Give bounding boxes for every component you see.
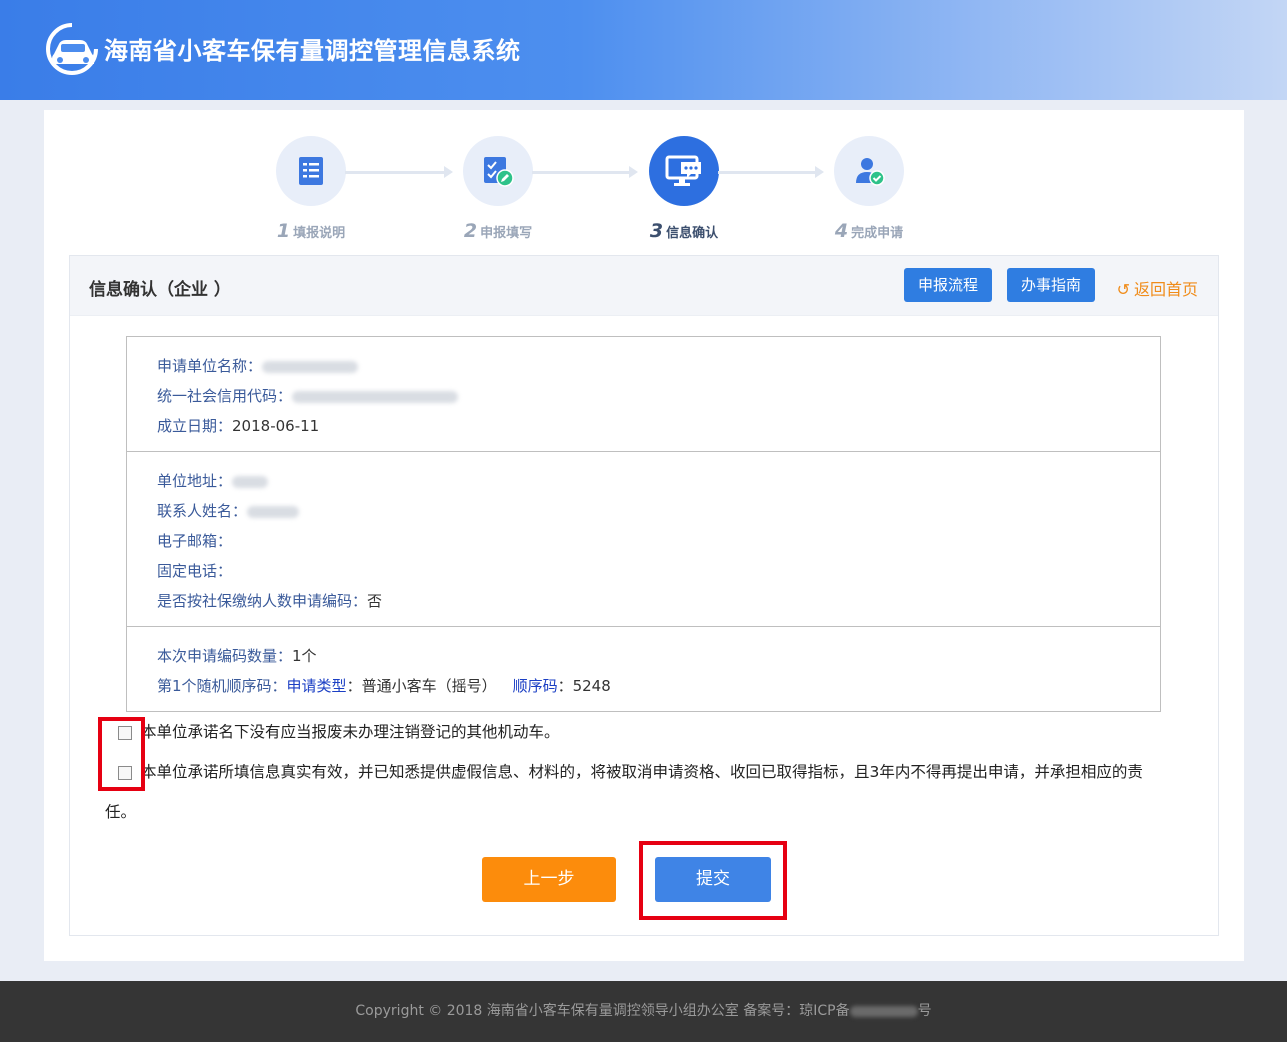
found-date-value: 2018-06-11 xyxy=(232,417,320,435)
seq-value: ：5248 xyxy=(557,677,611,695)
footer: Copyright © 2018 海南省小客车保有量调控领导小组办公室 备案号：… xyxy=(0,981,1287,1042)
user-check-icon xyxy=(856,158,885,186)
back-home-label: 返回首页 xyxy=(1133,280,1198,299)
edit-form-icon xyxy=(484,157,514,187)
header: 海南省小客车保有量调控管理信息系统 xyxy=(0,0,1287,100)
step-number: 4 xyxy=(834,220,849,242)
credit-code-row: 统一社会信用代码： xyxy=(157,381,1130,411)
redacted-value xyxy=(247,505,300,518)
social-row: 是否按社保缴纳人数申请编码：否 xyxy=(157,586,1130,616)
commitment-1-text: 本单位承诺名下没有应当报废未办理注销登记的其他机动车。 xyxy=(141,723,560,741)
info-confirm-panel: 信息确认（企业 ） 申报流程 办事指南 ↺ 返回首页 申请单位名称： 统一社会信用… xyxy=(69,255,1219,936)
redacted-value xyxy=(232,475,269,488)
social-label: 是否按社保缴纳人数申请编码： xyxy=(157,592,368,610)
step-label: 填报说明 xyxy=(293,226,346,241)
redacted-value xyxy=(292,390,459,403)
contact-section: 单位地址： 联系人姓名： 电子邮箱： 固定电话： 是否按社保缴纳人数申请编码：否 xyxy=(127,451,1160,626)
address-label: 单位地址： xyxy=(157,472,233,490)
checkbox-highlight xyxy=(98,717,145,791)
phone-label: 固定电话： xyxy=(157,562,233,580)
random-code-row: 第1个随机顺序码：申请类型：普通小客车（摇号） 顺序码：5248 xyxy=(157,671,1130,701)
step-4: 4 完成申请 xyxy=(809,136,929,242)
contact-row: 联系人姓名： xyxy=(157,496,1130,526)
contact-label: 联系人姓名： xyxy=(157,502,248,520)
code-section: 本次申请编码数量：1个 第1个随机顺序码：申请类型：普通小客车（摇号） 顺序码：5… xyxy=(127,626,1160,711)
step-arrow xyxy=(345,166,453,178)
email-row: 电子邮箱： xyxy=(157,526,1130,556)
apply-process-button[interactable]: 申报流程 xyxy=(904,268,993,302)
seq-label: 顺序码 xyxy=(512,677,558,695)
submit-highlight xyxy=(639,841,787,920)
step-arrow xyxy=(718,166,824,178)
phone-row: 固定电话： xyxy=(157,556,1130,586)
commitment-2: 本单位承诺所填信息真实有效，并已知悉提供虚假信息、材料的，将被取消申请资格、收回… xyxy=(105,752,1195,792)
step-number: 1 xyxy=(276,220,291,242)
step-2: 2 申报填写 xyxy=(438,136,558,242)
redacted-value xyxy=(849,1005,918,1017)
count-row: 本次申请编码数量：1个 xyxy=(157,641,1130,671)
monitor-chat-icon xyxy=(665,155,701,186)
commitment-2-text: 本单位承诺所填信息真实有效，并已知悉提供虚假信息、材料的，将被取消申请资格、收回… xyxy=(141,763,1143,781)
commitment-2-text-cont: 任。 xyxy=(105,803,137,821)
step-arrow xyxy=(532,166,638,178)
main-card: 1 填报说明 2 申报填写 3 信息确认 4 完成申请 信息确认（企业 ） 申报… xyxy=(44,110,1244,961)
redacted-value xyxy=(262,360,359,373)
guide-button[interactable]: 办事指南 xyxy=(1007,268,1096,302)
company-name-row: 申请单位名称： xyxy=(157,351,1130,381)
credit-code-label: 统一社会信用代码： xyxy=(157,387,293,405)
company-name-label: 申请单位名称： xyxy=(157,357,263,375)
company-section: 申请单位名称： 统一社会信用代码： 成立日期：2018-06-11 xyxy=(127,337,1160,451)
found-date-row: 成立日期：2018-06-11 xyxy=(157,411,1130,441)
return-icon: ↺ xyxy=(1116,280,1130,299)
panel-header: 信息确认（企业 ） 申报流程 办事指南 ↺ 返回首页 xyxy=(70,256,1218,316)
form-list-icon xyxy=(299,157,323,185)
step-number: 3 xyxy=(649,220,664,242)
email-label: 电子邮箱： xyxy=(157,532,233,550)
type-label: 申请类型 xyxy=(286,677,347,695)
found-date-label: 成立日期： xyxy=(157,417,233,435)
type-value: ：普通小客车（摇号） xyxy=(346,677,497,695)
panel-title: 信息确认（企业 ） xyxy=(89,280,231,300)
commitment-2-continued: 任。 xyxy=(105,792,1195,832)
social-value: 否 xyxy=(367,592,383,610)
step-number: 2 xyxy=(463,220,478,242)
count-label: 本次申请编码数量： xyxy=(157,647,293,665)
step-label: 信息确认 xyxy=(666,226,719,241)
back-home-link[interactable]: ↺ 返回首页 xyxy=(1117,276,1198,300)
info-box: 申请单位名称： 统一社会信用代码： 成立日期：2018-06-11 单位地址： … xyxy=(126,336,1161,712)
step-1: 1 填报说明 xyxy=(251,136,371,242)
step-3: 3 信息确认 xyxy=(624,136,744,242)
step-label: 申报填写 xyxy=(480,226,533,241)
site-title: 海南省小客车保有量调控管理信息系统 xyxy=(104,37,521,65)
random-code-label: 第1个随机顺序码： xyxy=(157,677,287,695)
address-row: 单位地址： xyxy=(157,466,1130,496)
prev-step-button[interactable]: 上一步 xyxy=(482,857,616,902)
footer-suffix: 号 xyxy=(917,1003,932,1019)
car-logo-icon xyxy=(46,23,98,75)
step-label: 完成申请 xyxy=(851,226,904,241)
footer-copyright: Copyright © 2018 海南省小客车保有量调控领导小组办公室 备案号：… xyxy=(355,1003,850,1019)
count-value: 1个 xyxy=(292,647,317,665)
commitment-1: 本单位承诺名下没有应当报废未办理注销登记的其他机动车。 xyxy=(105,712,1195,752)
